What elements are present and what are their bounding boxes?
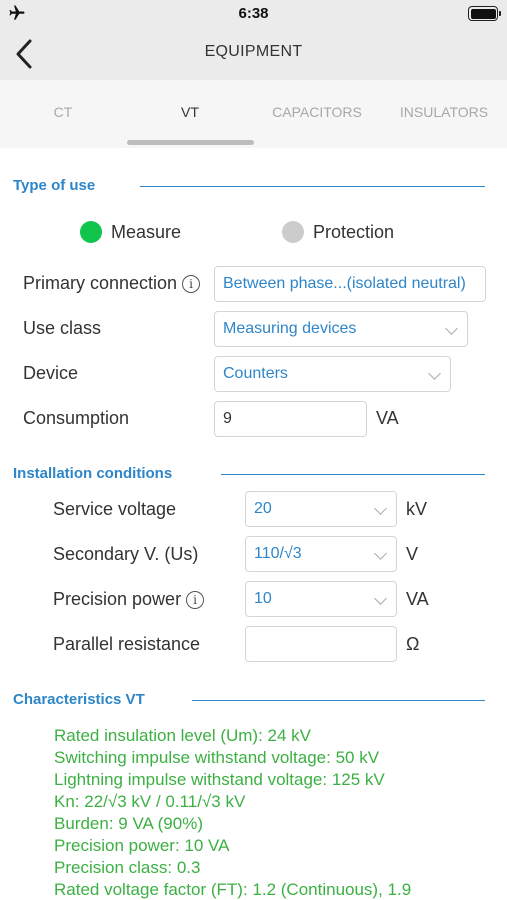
secondary-voltage-label: Secondary V. (Us) (53, 544, 199, 564)
characteristic-line: Burden: 9 VA (90%) (54, 814, 203, 833)
precision-power-label: Precision power (53, 589, 182, 609)
chevron-down-icon (374, 547, 387, 560)
parallel-resistance-label: Parallel resistance (53, 634, 201, 654)
use-class-label: Use class (23, 318, 102, 338)
section-header-installation: Installation conditions (13, 465, 173, 482)
precision-power-value: 10 (254, 590, 272, 607)
precision-power-select[interactable]: 10 (245, 581, 397, 617)
precision-power-unit: VA (406, 589, 429, 609)
radio-selected-indicator (80, 221, 102, 243)
section-divider (140, 186, 485, 187)
primary-connection-value: Between phase...(isolated neutral) (223, 275, 466, 292)
characteristic-line: Rated insulation level (Um): 24 kV (54, 726, 312, 745)
consumption-unit: VA (376, 408, 399, 428)
tab-insulators[interactable]: INSULATORS (381, 104, 507, 120)
section-divider (221, 474, 485, 475)
radio-protection[interactable]: Protection (282, 221, 394, 243)
primary-connection-select[interactable]: Between phase...(isolated neutral) (214, 266, 486, 302)
parallel-resistance-input[interactable] (245, 626, 397, 662)
status-time: 6:38 (238, 5, 269, 22)
consumption-value: 9 (223, 410, 232, 427)
use-class-value: Measuring devices (223, 320, 357, 337)
navigation-bar: EQUIPMENT (0, 28, 507, 80)
section-divider (192, 700, 485, 701)
characteristic-line: Precision power: 10 VA (54, 836, 230, 855)
characteristic-line: Precision class: 0.3 (54, 858, 201, 877)
service-voltage-unit: kV (406, 499, 428, 519)
consumption-input[interactable]: 9 (214, 401, 367, 437)
chevron-down-icon (374, 502, 387, 515)
battery-icon (468, 6, 501, 21)
section-header-characteristics: Characteristics VT (13, 691, 145, 708)
characteristic-line: Kn: 22/√3 kV / 0.11/√3 kV (54, 792, 246, 811)
page-title: EQUIPMENT (204, 43, 303, 60)
primary-connection-label: Primary connection (23, 273, 178, 293)
consumption-label: Consumption (23, 408, 130, 428)
service-voltage-label: Service voltage (53, 499, 177, 519)
tab-ct[interactable]: CT (0, 104, 126, 120)
use-class-select[interactable]: Measuring devices (214, 311, 468, 347)
parallel-resistance-unit: Ω (406, 634, 420, 654)
precision-power-row: Precision power i (53, 589, 205, 610)
secondary-voltage-select[interactable]: 110/√3 (245, 536, 397, 572)
chevron-down-icon (445, 322, 458, 335)
tab-bar: CT VT CAPACITORS INSULATORS (0, 80, 507, 148)
status-bar: 6:38 (0, 0, 507, 28)
radio-unselected-indicator (282, 221, 304, 243)
characteristic-line: Lightning impulse withstand voltage: 125… (54, 770, 385, 789)
tab-capacitors[interactable]: CAPACITORS (254, 104, 380, 120)
chevron-down-icon (428, 367, 441, 380)
device-label: Device (23, 363, 79, 383)
chevron-down-icon (374, 592, 387, 605)
secondary-voltage-value: 110/√3 (254, 545, 302, 562)
radio-measure[interactable]: Measure (80, 221, 181, 243)
service-voltage-select[interactable]: 20 (245, 491, 397, 527)
info-icon[interactable]: i (186, 591, 205, 609)
characteristic-line: Switching impulse withstand voltage: 50 … (54, 748, 380, 767)
radio-protection-label: Protection (313, 221, 395, 242)
section-header-type-of-use: Type of use (13, 177, 96, 194)
characteristic-line: Rated voltage factor (FT): 1.2 (Continuo… (54, 880, 412, 899)
secondary-voltage-unit: V (406, 544, 419, 564)
radio-measure-label: Measure (111, 221, 182, 242)
info-icon[interactable]: i (182, 275, 201, 293)
device-select[interactable]: Counters (214, 356, 451, 392)
tab-vt[interactable]: VT (127, 104, 253, 120)
device-value: Counters (223, 365, 288, 382)
active-tab-indicator (127, 140, 254, 145)
primary-connection-row: Primary connection i (23, 273, 201, 294)
service-voltage-value: 20 (254, 500, 272, 517)
